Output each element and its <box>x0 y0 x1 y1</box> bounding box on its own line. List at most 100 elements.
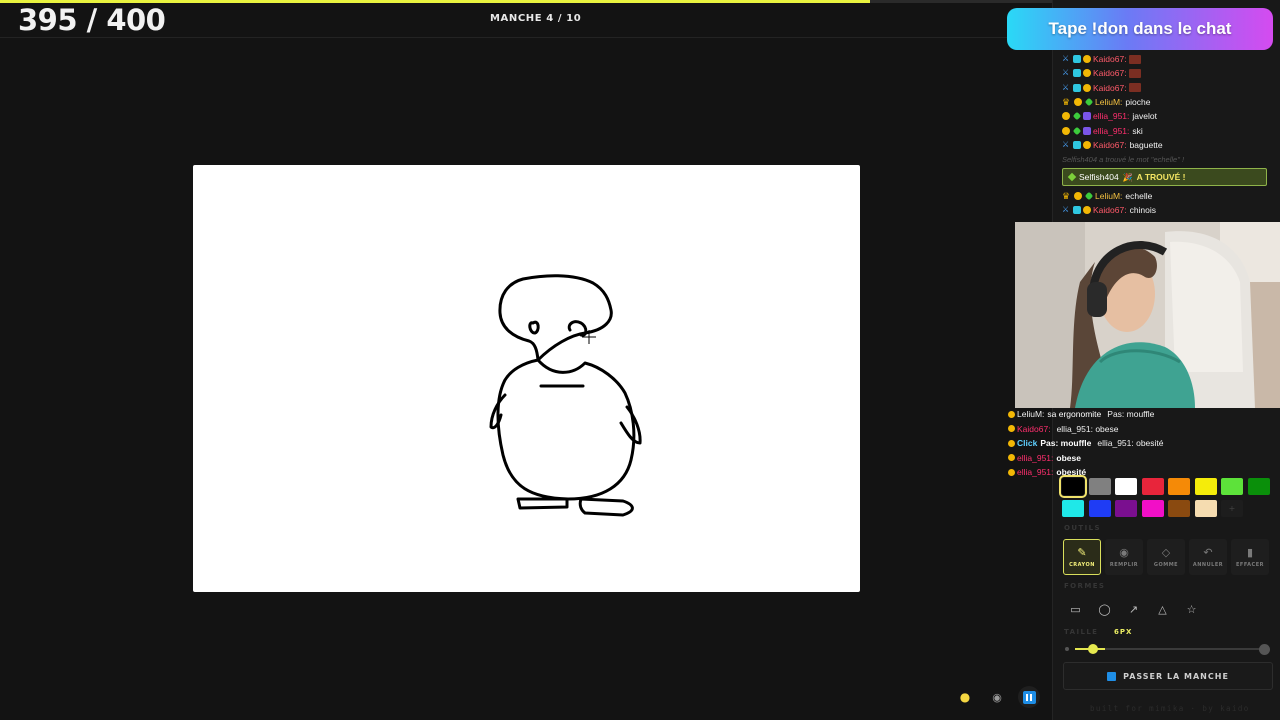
tool-label: CRAYON <box>1069 562 1095 568</box>
chat-message: ⚔ Kaido67: baguette <box>1062 138 1272 152</box>
pause-button[interactable] <box>1018 686 1040 708</box>
skip-round-label: PASSER LA MANCHE <box>1123 671 1229 681</box>
trash-icon: ▮ <box>1246 546 1254 559</box>
overlay-chat-message: LeliuM: sa ergonomite Pas: mouffle <box>1008 407 1208 422</box>
shape-bar: ▭ ◯ ↗ △ ☆ <box>1063 598 1204 620</box>
badge-icon <box>1084 191 1094 200</box>
color-swatch[interactable] <box>1115 478 1137 495</box>
badge-icon <box>1073 205 1081 214</box>
color-swatch[interactable] <box>1088 478 1111 495</box>
tool-label: GOMME <box>1153 562 1179 568</box>
color-swatch[interactable] <box>1115 499 1137 517</box>
overlay-text: obese <box>1056 452 1081 463</box>
emote-icon <box>1128 83 1141 93</box>
triangle-icon[interactable]: △ <box>1150 598 1175 620</box>
brush-size-value: 6PX <box>1114 628 1133 636</box>
chat-text: baguette <box>1129 139 1163 150</box>
tool-bar: ✎ CRAYON ◉ REMPLIR ◇ GOMME ↶ ANNULER ▮ EFFACER <box>1063 539 1269 575</box>
badge-icon: ⚔ <box>1062 68 1070 78</box>
brush-size-slider[interactable] <box>1063 642 1273 656</box>
tools-section-label: OUTILS <box>1064 524 1101 532</box>
badge-icon <box>1074 191 1082 200</box>
ellipse-icon[interactable]: ◯ <box>1092 598 1117 620</box>
overlay-chat-message: ellia_951: obese <box>1008 451 1208 466</box>
star-icon[interactable]: ☆ <box>1179 598 1204 620</box>
skip-icon <box>1107 671 1117 681</box>
drawing-canvas[interactable] <box>193 165 860 592</box>
chat-text: javelot <box>1132 111 1157 122</box>
badge-icon: ♛ <box>1062 97 1071 108</box>
color-swatch[interactable] <box>1168 499 1190 517</box>
webcam-feed <box>1015 222 1280 408</box>
party-icon: 🎉 <box>1122 172 1133 182</box>
chat-text: ski <box>1132 125 1143 136</box>
overlay-username: ellia_951: <box>1017 467 1054 478</box>
pencil-icon: ✎ <box>1077 546 1087 559</box>
chat-username: LeliuM: <box>1095 97 1123 108</box>
header-divider <box>0 37 1052 38</box>
color-swatch[interactable] <box>1088 499 1111 517</box>
tool-effacer-button[interactable]: ▮ EFFACER <box>1231 539 1269 575</box>
size-section-label: TAILLE <box>1064 628 1099 636</box>
chat-text: chinois <box>1129 204 1157 215</box>
badge-icon <box>1072 126 1082 135</box>
badge-icon <box>1083 205 1091 214</box>
chat-username: Kaido67: <box>1093 54 1127 65</box>
green-diamond-icon <box>1067 173 1077 182</box>
tool-gomme-button[interactable]: ◇ GOMME <box>1147 539 1185 575</box>
color-swatch[interactable] <box>1194 499 1217 517</box>
chat-message: ⚔ Kaido67: <box>1062 66 1272 80</box>
chat-text: pioche <box>1125 97 1151 108</box>
badge-icon: ⚔ <box>1062 54 1070 64</box>
tool-crayon-button[interactable]: ✎ CRAYON <box>1063 539 1101 575</box>
color-swatch[interactable] <box>1059 475 1087 498</box>
hint-bulb-icon[interactable]: ● <box>954 686 976 708</box>
slider-thumb[interactable] <box>1088 644 1098 654</box>
skip-round-button[interactable]: PASSER LA MANCHE <box>1063 662 1273 690</box>
size-min-dot <box>1065 647 1069 651</box>
chat-message: ellia_951: ski <box>1062 123 1272 137</box>
overlay-extra: ellia_951: obesité <box>1097 438 1164 449</box>
color-swatch[interactable] <box>1062 499 1084 517</box>
overlay-extra: ellia_951: obese <box>1056 423 1119 434</box>
color-swatch[interactable] <box>1141 478 1164 495</box>
badge-icon <box>1074 98 1082 107</box>
color-swatch[interactable] <box>1168 478 1190 495</box>
overlay-text: Pas: mouffle <box>1040 438 1092 449</box>
chat-username: ellia_951: <box>1093 111 1130 122</box>
rectangle-icon[interactable]: ▭ <box>1063 598 1088 620</box>
pause-icon <box>1022 690 1036 704</box>
game-screen: 395 / 400 MANCHE 4 / 10 ● ◉ Tape !don da… <box>0 0 1280 720</box>
badge-icon <box>1008 454 1015 462</box>
badge-icon: ♛ <box>1062 190 1071 201</box>
eraser-icon: ◇ <box>1161 546 1171 559</box>
emote-icon <box>1128 68 1141 78</box>
score-counter: 395 / 400 <box>18 3 166 37</box>
chat-message: ⚔ Kaido67: <box>1062 81 1272 95</box>
badge-icon <box>1083 140 1091 149</box>
undo-icon: ↶ <box>1203 546 1213 559</box>
system-message: Selfish404 a trouvé le mot "echelle" ! <box>1062 154 1185 164</box>
badge-icon <box>1008 410 1015 418</box>
badge-icon <box>1008 425 1015 433</box>
color-swatch[interactable] <box>1221 478 1243 495</box>
tool-annuler-button[interactable]: ↶ ANNULER <box>1189 539 1227 575</box>
donation-banner: Tape !don dans le chat <box>1007 8 1273 50</box>
badge-icon <box>1083 69 1091 78</box>
size-max-dot <box>1259 644 1270 655</box>
overlay-username: Kaido67: <box>1017 423 1051 434</box>
custom-color-button[interactable]: + <box>1221 499 1243 517</box>
badge-icon <box>1073 140 1081 149</box>
color-swatch[interactable] <box>1141 499 1164 517</box>
chat-username: Kaido67: <box>1093 204 1127 215</box>
color-swatch[interactable] <box>1194 478 1217 495</box>
overlay-text: sa ergonomite <box>1047 409 1102 420</box>
arrow-icon[interactable]: ↗ <box>1121 598 1146 620</box>
tool-remplir-button[interactable]: ◉ REMPLIR <box>1105 539 1143 575</box>
chat-message: ♛ LeliuM: pioche <box>1062 95 1272 109</box>
eye-icon[interactable]: ◉ <box>986 686 1008 708</box>
color-swatch[interactable] <box>1247 478 1270 495</box>
bucket-icon: ◉ <box>1119 546 1129 559</box>
tool-label: REMPLIR <box>1109 562 1139 568</box>
color-palette: + <box>1059 475 1274 517</box>
